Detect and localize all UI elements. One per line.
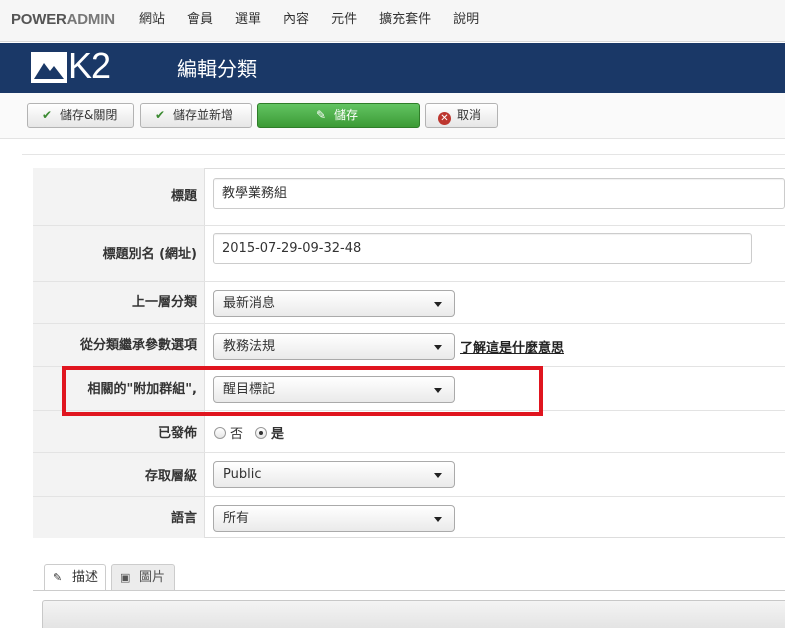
- save-label: 儲存: [334, 108, 359, 122]
- cancel-button[interactable]: ✕ 取消: [425, 103, 498, 128]
- published-no-label: 否: [230, 427, 244, 442]
- menu-item-content[interactable]: 內容: [272, 0, 320, 42]
- admin-topbar: POWERADMIN 網站 會員 選單 內容 元件 擴充套件 說明: [0, 0, 785, 42]
- row-divider: [33, 225, 785, 226]
- published-label: 已發佈: [157, 426, 197, 441]
- logo-text: K2: [68, 45, 111, 86]
- tab-description[interactable]: ✎ 描述: [44, 564, 106, 591]
- tab-image-label: 圖片: [139, 570, 166, 585]
- edit-icon: ✎: [53, 571, 63, 584]
- inherit-params-value: 教務法規: [223, 339, 276, 354]
- admin-menu: 網站 會員 選單 內容 元件 擴充套件 說明: [128, 0, 490, 42]
- published-yes-radio[interactable]: [255, 426, 268, 439]
- published-no-radio[interactable]: [214, 426, 226, 439]
- save-button[interactable]: ✎ 儲存: [257, 103, 420, 128]
- brand-logo[interactable]: POWERADMIN: [11, 11, 115, 28]
- caret-down-icon: [434, 517, 442, 522]
- mountain-icon: [31, 52, 67, 83]
- published-yes-label: 是: [271, 427, 285, 442]
- brand-part-2: ADMIN: [66, 11, 115, 28]
- close-icon: ✕: [438, 112, 451, 125]
- parent-category-value: 最新消息: [223, 296, 276, 311]
- row-divider: [33, 452, 785, 453]
- image-icon: ▣: [120, 571, 131, 584]
- cancel-label: 取消: [457, 108, 482, 122]
- brand-part-1: POWER: [11, 11, 67, 28]
- tab-image[interactable]: ▣ 圖片: [111, 564, 175, 591]
- caret-down-icon: [434, 345, 442, 350]
- language-value: 所有: [223, 511, 250, 526]
- inherit-label: 從分類繼承參數選項: [79, 338, 197, 353]
- access-label: 存取層級: [144, 469, 197, 484]
- parent-label: 上一層分類: [131, 295, 197, 310]
- row-divider: [33, 496, 785, 497]
- access-level-value: Public: [223, 467, 262, 482]
- check-icon: ✔: [154, 108, 166, 122]
- inherit-help-link[interactable]: 了解這是什麼意思: [460, 337, 564, 356]
- save-new-label: 儲存並新增: [173, 108, 234, 122]
- highlight-box: [62, 366, 543, 416]
- caret-down-icon: [434, 473, 442, 478]
- tab-description-label: 描述: [72, 570, 99, 585]
- alias-label: 標題別名 (網址): [102, 247, 197, 262]
- access-level-select[interactable]: Public: [213, 461, 455, 488]
- caret-down-icon: [434, 302, 442, 307]
- language-select[interactable]: 所有: [213, 505, 455, 532]
- parent-category-select[interactable]: 最新消息: [213, 290, 455, 317]
- menu-item-users[interactable]: 會員: [176, 0, 224, 42]
- k2-logo: K2: [31, 45, 119, 86]
- title-input[interactable]: 教學業務組: [213, 178, 785, 209]
- published-radio-group: 否 是: [214, 423, 296, 442]
- inherit-params-select[interactable]: 教務法規: [213, 333, 455, 360]
- row-divider: [33, 323, 785, 324]
- divider: [22, 154, 785, 155]
- menu-item-menus[interactable]: 選單: [224, 0, 272, 42]
- title-label: 標題: [170, 189, 197, 204]
- page-title: 編輯分類: [177, 57, 257, 81]
- menu-item-help[interactable]: 說明: [442, 0, 490, 42]
- menu-item-site[interactable]: 網站: [128, 0, 176, 42]
- check-icon: ✔: [41, 108, 53, 122]
- save-close-button[interactable]: ✔ 儲存&關閉: [27, 103, 134, 128]
- alias-input[interactable]: 2015-07-29-09-32-48: [213, 233, 752, 264]
- row-divider: [33, 281, 785, 282]
- language-label: 語言: [170, 511, 197, 526]
- save-close-label: 儲存&關閉: [60, 108, 118, 122]
- menu-item-extensions[interactable]: 擴充套件: [368, 0, 442, 42]
- menu-item-components[interactable]: 元件: [320, 0, 368, 42]
- edit-icon: ✎: [315, 108, 327, 122]
- description-editor[interactable]: [42, 600, 785, 628]
- save-new-button[interactable]: ✔ 儲存並新增: [140, 103, 252, 128]
